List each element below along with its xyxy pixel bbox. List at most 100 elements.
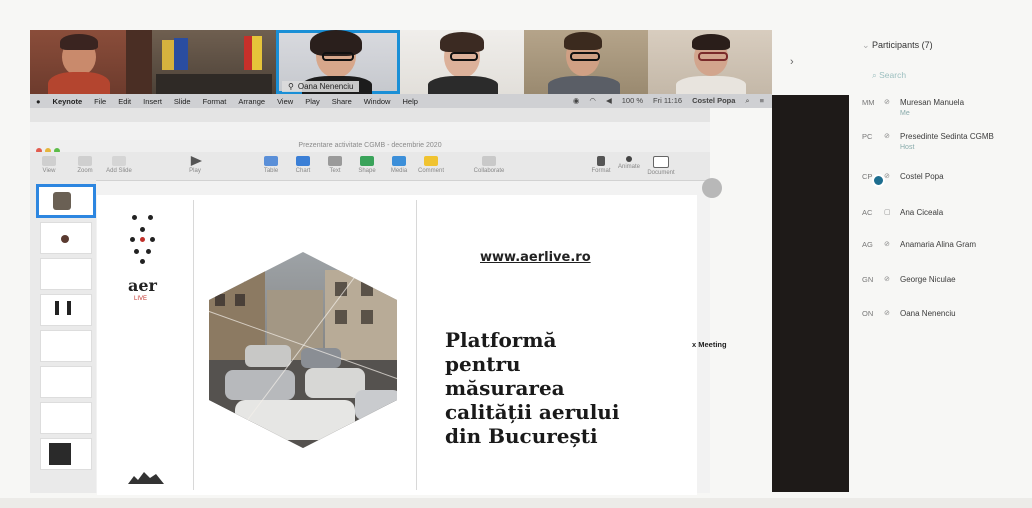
slide-thumbnail-8[interactable] bbox=[40, 438, 92, 470]
search-icon[interactable]: ⌕ bbox=[745, 96, 749, 106]
zoom-button[interactable]: Zoom bbox=[68, 156, 102, 174]
animate-button[interactable]: Animate bbox=[612, 156, 646, 170]
mic-icon: ⊘ bbox=[884, 241, 890, 248]
mouse-cursor-icon bbox=[872, 174, 885, 187]
video-tile-6[interactable] bbox=[648, 30, 772, 94]
menu-share[interactable]: Share bbox=[332, 97, 352, 106]
slide-thumbnail-4[interactable] bbox=[40, 294, 92, 326]
text-icon bbox=[328, 156, 342, 166]
play-icon bbox=[190, 156, 202, 166]
apple-icon[interactable]: ● bbox=[36, 97, 41, 106]
mic-icon: ⚲ bbox=[288, 82, 294, 91]
video-tile-2[interactable] bbox=[152, 30, 276, 94]
collaborate-button[interactable]: Collaborate bbox=[472, 156, 506, 174]
search-placeholder: Search bbox=[879, 70, 907, 80]
menu-play[interactable]: Play bbox=[305, 97, 320, 106]
participant-row[interactable]: MM ⊘ Muresan Manuela Me bbox=[862, 98, 964, 119]
video-tile-3[interactable]: ⚲ Oana Nenenciu bbox=[276, 30, 400, 94]
slide-url-link[interactable]: www.aerlive.ro bbox=[480, 250, 591, 265]
participant-name: Ana Ciceala bbox=[900, 208, 944, 217]
mic-icon: ⊘ bbox=[884, 133, 890, 140]
comment-button[interactable]: Comment bbox=[414, 156, 448, 174]
thumbnail-image bbox=[49, 443, 71, 465]
format-brush-icon bbox=[597, 156, 605, 166]
participant-avatar: MM bbox=[862, 98, 875, 107]
background-window-titlebar bbox=[30, 108, 710, 122]
text-button[interactable]: Text bbox=[318, 156, 352, 174]
thumbnail-image bbox=[61, 235, 69, 243]
wifi-icon[interactable]: ◠ bbox=[589, 96, 596, 106]
mic-icon: ⊘ bbox=[884, 173, 890, 180]
participant-row[interactable]: PC ⊘ Presedinte Sedinta CGMB Host bbox=[862, 132, 994, 153]
participant-row[interactable]: ON ⊘ Oana Nenenciu bbox=[862, 309, 956, 319]
menu-file[interactable]: File bbox=[94, 97, 106, 106]
participant-role: Host bbox=[900, 144, 915, 151]
control-center-icon[interactable]: ≡ bbox=[760, 96, 764, 106]
video-tile-5[interactable] bbox=[524, 30, 648, 94]
document-button[interactable]: Document bbox=[644, 156, 678, 176]
slide-thumbnail-1[interactable] bbox=[36, 184, 96, 218]
keynote-titlebar: Prezentare activitate CGMB - decembrie 2… bbox=[30, 140, 710, 152]
menu-insert[interactable]: Insert bbox=[143, 97, 162, 106]
participant-row[interactable]: GN ⊘ George Niculae bbox=[862, 275, 956, 285]
user-label[interactable]: Costel Popa bbox=[692, 96, 735, 106]
menu-help[interactable]: Help bbox=[402, 97, 417, 106]
menu-window[interactable]: Window bbox=[364, 97, 391, 106]
battery-label[interactable]: 100 % bbox=[622, 96, 643, 106]
dark-panel bbox=[772, 95, 849, 492]
clock-label[interactable]: Fri 11:16 bbox=[653, 96, 682, 106]
video-strip: ⚲ Oana Nenenciu bbox=[30, 30, 772, 94]
participant-avatar: GN bbox=[862, 275, 874, 284]
volume-icon[interactable]: ◀ bbox=[606, 96, 612, 106]
menu-slide[interactable]: Slide bbox=[174, 97, 191, 106]
slide-divider-right bbox=[416, 200, 417, 490]
participant-name: Muresan Manuela bbox=[900, 98, 965, 107]
slide-divider-left bbox=[193, 200, 194, 490]
menu-arrange[interactable]: Arrange bbox=[238, 97, 265, 106]
slide-thumbnail-7[interactable] bbox=[40, 402, 92, 434]
participants-header: ⌄ Participants (7) bbox=[862, 40, 933, 50]
participant-name: Presedinte Sedinta CGMB bbox=[900, 132, 994, 141]
participants-search[interactable]: ⌕ Search bbox=[872, 70, 906, 81]
mac-menubar: ● Keynote File Edit Insert Slide Format … bbox=[30, 94, 772, 108]
slide-title-line-4: calității aerului bbox=[445, 400, 620, 424]
shape-icon bbox=[360, 156, 374, 166]
logo-text: aer bbox=[128, 276, 157, 295]
add-slide-button[interactable]: Add Slide bbox=[102, 156, 136, 174]
shape-button[interactable]: Shape bbox=[350, 156, 384, 174]
view-button[interactable]: View bbox=[32, 156, 66, 174]
slide-thumbnail-5[interactable] bbox=[40, 330, 92, 362]
menu-app-name[interactable]: Keynote bbox=[53, 97, 83, 106]
menu-view[interactable]: View bbox=[277, 97, 293, 106]
video-tile-4[interactable] bbox=[400, 30, 524, 94]
collaborate-icon bbox=[482, 156, 496, 166]
chart-button[interactable]: Chart bbox=[286, 156, 320, 174]
play-button[interactable]: Play bbox=[178, 156, 212, 174]
chevron-right-icon[interactable]: › bbox=[790, 56, 794, 68]
video-tile-1[interactable] bbox=[30, 30, 152, 94]
participant-name: Oana Nenenciu bbox=[900, 309, 956, 318]
menu-format[interactable]: Format bbox=[203, 97, 227, 106]
table-icon bbox=[264, 156, 278, 166]
hexagon-photo bbox=[205, 250, 401, 450]
participant-row[interactable]: AC ▢ Ana Ciceala bbox=[862, 208, 943, 218]
video-name: Oana Nenenciu bbox=[297, 82, 354, 91]
keynote-toolbar: View Zoom Add Slide Play Table Chart Tex… bbox=[30, 152, 710, 181]
menu-edit[interactable]: Edit bbox=[118, 97, 131, 106]
stop-share-button[interactable] bbox=[702, 178, 722, 198]
participant-avatar: AG bbox=[862, 240, 873, 249]
document-icon bbox=[653, 156, 669, 168]
thumbnail-image bbox=[67, 301, 71, 315]
media-icon bbox=[392, 156, 406, 166]
video-off-icon: ▢ bbox=[884, 209, 891, 216]
table-button[interactable]: Table bbox=[254, 156, 288, 174]
zoom-status-icon[interactable]: ◉ bbox=[573, 96, 580, 106]
participant-row[interactable]: AG ⊘ Anamaria Alina Gram bbox=[862, 240, 976, 250]
slide-thumbnail-2[interactable] bbox=[40, 222, 92, 254]
slide-thumbnail-3[interactable] bbox=[40, 258, 92, 290]
participant-name: Anamaria Alina Gram bbox=[900, 240, 977, 249]
collapse-icon[interactable]: ⌄ bbox=[862, 40, 872, 50]
slide-title-line-2: pentru bbox=[445, 352, 521, 376]
media-button[interactable]: Media bbox=[382, 156, 416, 174]
slide-thumbnail-6[interactable] bbox=[40, 366, 92, 398]
